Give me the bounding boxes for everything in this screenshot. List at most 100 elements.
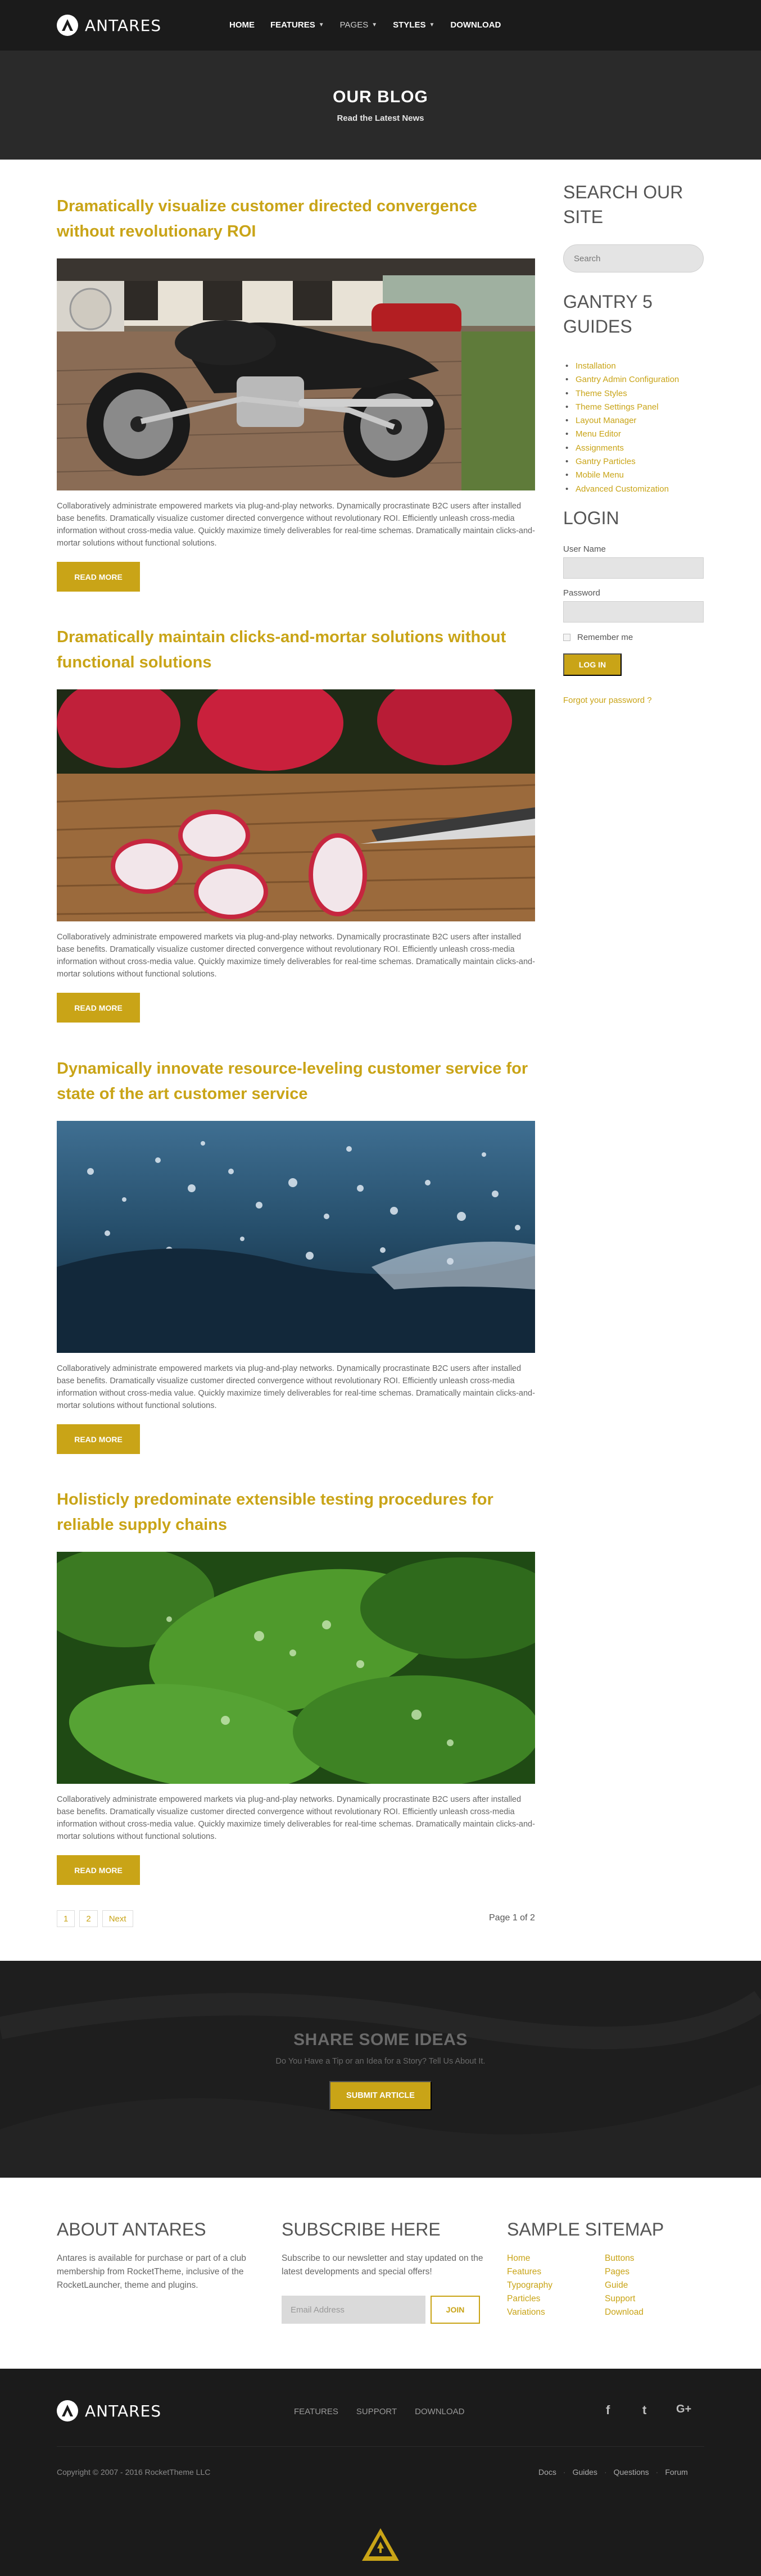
pagination: 1 2 Next (57, 1910, 133, 1927)
water-splash-photo[interactable] (57, 1121, 535, 1353)
read-more-button[interactable]: READ MORE (57, 562, 140, 592)
share-title: SHARE SOME IDEAS (293, 2030, 468, 2049)
separator: · (563, 2468, 566, 2477)
guide-link[interactable]: Theme Styles (565, 387, 679, 401)
sitemap-link[interactable]: Typography (507, 2279, 552, 2292)
radish-photo[interactable] (57, 689, 535, 921)
post-title[interactable]: Dramatically maintain clicks-and-mortar … (57, 625, 535, 675)
guide-link[interactable]: Gantry Admin Configuration (565, 373, 679, 387)
nav-label: HOME (229, 20, 255, 30)
footer-link-guides[interactable]: Guides (573, 2468, 597, 2477)
green-leaves-photo[interactable] (57, 1552, 535, 1784)
forgot-password-link[interactable]: Forgot your password ? (563, 696, 652, 705)
remember-checkbox[interactable] (563, 634, 570, 641)
post-excerpt: Collaboratively administrate empowered m… (57, 502, 535, 548)
motorcycle-photo[interactable] (57, 258, 535, 490)
username-label: User Name (563, 544, 606, 554)
nav-label: PAGES (339, 20, 369, 30)
login-button[interactable]: LOG IN (563, 653, 622, 676)
sitemap-link[interactable]: Features (507, 2265, 552, 2279)
post-excerpt: Collaboratively administrate empowered m… (57, 1795, 535, 1841)
site-logo[interactable]: ANTARES (57, 15, 161, 36)
sitemap-link[interactable]: Guide (605, 2279, 644, 2292)
site-name: ANTARES (85, 16, 162, 35)
share-background (0, 1961, 761, 2178)
password-field[interactable] (563, 601, 704, 623)
submit-article-button[interactable]: SUBMIT ARTICLE (329, 2081, 432, 2110)
login-title: LOGIN (563, 508, 619, 528)
footer-link-questions[interactable]: Questions (614, 2468, 649, 2477)
nav-item-download[interactable]: DOWNLOAD (450, 20, 501, 30)
next-page-link[interactable]: Next (102, 1910, 133, 1927)
google-plus-icon[interactable]: G+ (676, 2403, 691, 2416)
back-to-top-icon[interactable] (361, 2527, 400, 2562)
nav-item-styles[interactable]: STYLES ▼ (393, 20, 434, 30)
sitemap-column: Buttons Pages Guide Support Download (605, 2252, 644, 2319)
main-menu: HOME FEATURES ▼ PAGES ▼ STYLES ▼ DOWNLOAD (229, 20, 517, 30)
nav-label: FEATURES (270, 20, 315, 30)
read-more-button[interactable]: READ MORE (57, 1424, 140, 1454)
guides-title: GANTRY 5 GUIDES (563, 292, 653, 337)
nav-label: DOWNLOAD (450, 20, 501, 30)
top-navigation-bar: ANTARES HOME FEATURES ▼ PAGES ▼ STYLES ▼ DO… (0, 0, 761, 51)
guides-list: Installation Gantry Admin Configuration … (565, 360, 679, 497)
post-title[interactable]: Dramatically visualize customer directed… (57, 194, 535, 244)
nav-label: STYLES (393, 20, 426, 30)
copyright: Copyright © 2007 - 2016 RocketTheme LLC (57, 2468, 211, 2477)
read-more-button[interactable]: READ MORE (57, 1855, 140, 1885)
guide-link[interactable]: Layout Manager (565, 414, 679, 428)
sitemap-link[interactable]: Buttons (605, 2252, 644, 2265)
page-2-link[interactable]: 2 (79, 1910, 98, 1927)
footer-site-name: ANTARES (85, 2401, 162, 2420)
footer-nav-features[interactable]: FEATURES (294, 2407, 338, 2416)
twitter-icon[interactable]: t (642, 2403, 646, 2418)
facebook-icon[interactable]: f (606, 2403, 610, 2418)
nav-item-home[interactable]: HOME (229, 20, 255, 30)
chevron-down-icon: ▼ (429, 22, 435, 28)
nav-item-features[interactable]: FEATURES ▼ (270, 20, 324, 30)
join-button[interactable]: JOIN (431, 2296, 480, 2324)
email-field[interactable]: Email Address (282, 2296, 425, 2324)
read-more-button[interactable]: READ MORE (57, 993, 140, 1023)
post-title[interactable]: Holisticly predominate extensible testin… (57, 1487, 535, 1538)
sitemap-column: Home Features Typography Particles Varia… (507, 2252, 552, 2319)
sitemap-link[interactable]: Support (605, 2292, 644, 2306)
subscribe-text: Subscribe to our newsletter and stay upd… (282, 2254, 483, 2277)
remember-label: Remember me (577, 633, 633, 642)
remember-me[interactable]: Remember me (563, 633, 633, 642)
footer-nav-download[interactable]: DOWNLOAD (415, 2407, 464, 2416)
sitemap-link[interactable]: Variations (507, 2306, 552, 2319)
guide-link[interactable]: Menu Editor (565, 428, 679, 442)
password-label: Password (563, 588, 600, 598)
sitemap-link[interactable]: Particles (507, 2292, 552, 2306)
footer-link-docs[interactable]: Docs (538, 2468, 556, 2477)
chevron-down-icon: ▼ (372, 22, 378, 28)
guide-link[interactable]: Assignments (565, 442, 679, 456)
footer-nav-support[interactable]: SUPPORT (356, 2407, 397, 2416)
username-field[interactable] (563, 557, 704, 579)
guide-link[interactable]: Installation (565, 360, 679, 374)
footer-logo[interactable]: ANTARES (57, 2400, 161, 2421)
footer-divider (57, 2446, 704, 2447)
sitemap-link[interactable]: Download (605, 2306, 644, 2319)
sitemap-link[interactable]: Pages (605, 2265, 644, 2279)
guide-link[interactable]: Theme Settings Panel (565, 401, 679, 415)
search-input[interactable]: Search (563, 244, 704, 272)
post-excerpt: Collaboratively administrate empowered m… (57, 1364, 535, 1410)
guide-link[interactable]: Advanced Customization (565, 483, 679, 497)
sitemap-link[interactable]: Home (507, 2252, 552, 2265)
footer-link-forum[interactable]: Forum (665, 2468, 687, 2477)
nav-item-pages[interactable]: PAGES ▼ (340, 20, 377, 30)
guide-link[interactable]: Gantry Particles (565, 455, 679, 469)
antares-logo-icon (57, 15, 78, 36)
separator: · (604, 2468, 607, 2477)
page-1-link[interactable]: 1 (57, 1910, 75, 1927)
about-text: Antares is available for purchase or par… (57, 2254, 246, 2290)
guide-link[interactable]: Mobile Menu (565, 469, 679, 483)
footer-widgets: ABOUT ANTARES Antares is available for p… (0, 2178, 761, 2369)
post-excerpt: Collaboratively administrate empowered m… (57, 933, 535, 979)
sidebar: SEARCH OUR SITE Search GANTRY 5 GUIDES I… (563, 180, 709, 705)
post-title[interactable]: Dynamically innovate resource-leveling c… (57, 1056, 535, 1107)
blog-post: Dynamically innovate resource-leveling c… (57, 1056, 535, 1454)
page-subtitle: Read the Latest News (337, 113, 424, 123)
